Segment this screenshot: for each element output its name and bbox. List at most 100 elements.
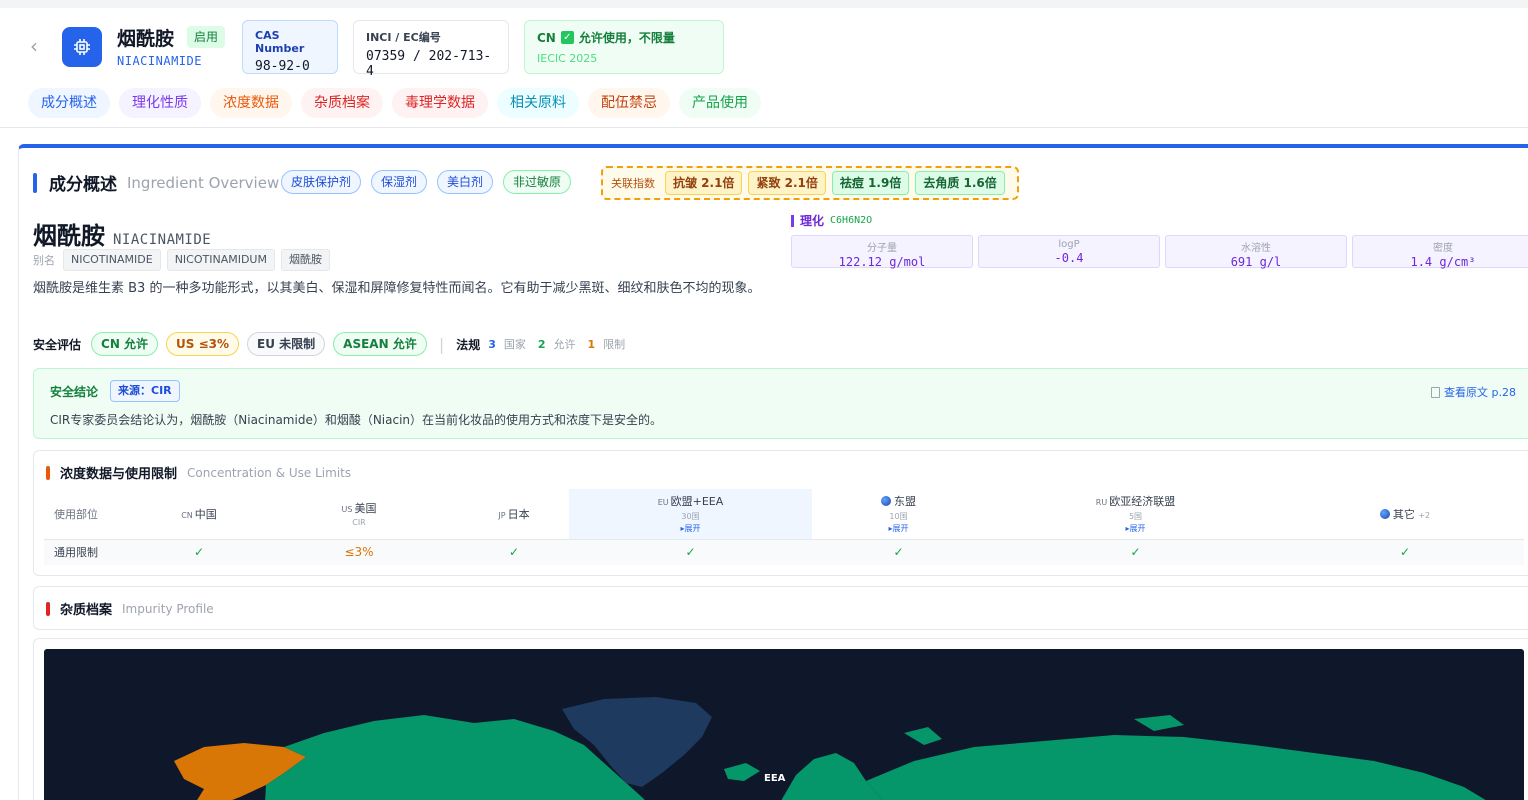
conclusion-title: 安全结论 (50, 385, 99, 399)
cn-status-card[interactable]: CN ✓ 允许使用，不限量 IECIC 2025 (524, 20, 724, 74)
check-icon: ✓ (560, 31, 574, 44)
document-icon (1431, 386, 1441, 398)
tab-5[interactable]: 毒理学数据 (392, 88, 488, 118)
allowed-count: 2 (537, 337, 546, 351)
tab-7[interactable]: 配伍禁忌 (588, 88, 670, 118)
function-pill[interactable]: 保湿剂 (371, 170, 428, 194)
physchem-value: 122.12 g/mol (838, 255, 926, 269)
function-pill[interactable]: 皮肤保护剂 (281, 170, 362, 194)
expand-link[interactable]: ▸展开 (985, 523, 1286, 534)
tab-6[interactable]: 相关原料 (497, 88, 579, 118)
cas-card[interactable]: CAS Number 98-92-0 (242, 20, 338, 74)
column-header-eu[interactable]: EU 欧盟+EEA 30国 ▸展开 (569, 489, 812, 539)
cn-code: CN (537, 30, 556, 45)
alias-chip: 烟酰胺 (280, 249, 330, 271)
tab-4[interactable]: 杂质档案 (301, 88, 383, 118)
related-index-label: 关联指数 (611, 177, 655, 190)
alias-chip: NICOTINAMIDE (63, 249, 161, 271)
allowed-text: 允许 (553, 338, 576, 351)
physchem-cell: 分子量 122.12 g/mol (791, 235, 973, 269)
cas-value: 98-92-0 (255, 59, 310, 74)
section-heading: 成分概述 Ingredient Overview (33, 170, 279, 195)
ingredient-header: ‹ 烟酰胺 启用 NIACINAMIDE CAS Number 98-92-0 … (0, 8, 1528, 128)
safety-chip-asean[interactable]: ASEAN 允许 (333, 332, 427, 356)
column-header-jp: JP 日本 (498, 507, 530, 521)
related-chip[interactable]: 紧致 2.1倍 (748, 171, 826, 195)
column-header-asean[interactable]: 东盟 10国 ▸展开 (812, 489, 985, 539)
table-row: 通用限制 ✓ ≤3% ✓ ✓ ✓ ✓ ✓ (44, 538, 1524, 565)
world-map[interactable]: EEA (44, 649, 1524, 800)
map-region-arctic-islands (904, 727, 942, 745)
impurity-section: 杂质档案 Impurity Profile (33, 586, 1528, 630)
safety-row: 安全评估 CN 允许 US ≤3% EU 未限制 ASEAN 允许 | 法规 3… (33, 332, 629, 356)
concentration-accent-bar (46, 465, 50, 480)
safety-chip-eu[interactable]: EU 未限制 (247, 332, 326, 356)
limit-cell: ✓ (459, 538, 569, 565)
column-header-us: US 美国 CIR (341, 502, 377, 528)
tab-1[interactable]: 成分概述 (28, 88, 110, 118)
concentration-subtitle: Concentration & Use Limits (187, 465, 352, 480)
related-chip[interactable]: 祛痘 1.9倍 (831, 171, 910, 195)
physchem-value: 1.4 g/cm³ (1410, 255, 1476, 269)
column-header-eaeu[interactable]: RU 欧亚经济联盟 5国 ▸展开 (985, 489, 1286, 539)
impurity-accent-bar (46, 601, 50, 616)
regulations-label: 法规 (456, 337, 481, 352)
globe-icon (1379, 508, 1390, 519)
concentration-section: 浓度数据与使用限制 Concentration & Use Limits 使用部… (33, 450, 1528, 576)
section-subtitle: Ingredient Overview (127, 173, 280, 192)
related-index-box: 关联指数 抗皱 2.1倍 紧致 2.1倍 祛痘 1.9倍 去角质 1.6倍 (601, 166, 1019, 200)
back-chevron-icon[interactable]: ‹ (30, 36, 44, 56)
function-pills: 皮肤保护剂 保湿剂 美白剂 非过敏原 (281, 170, 572, 194)
conclusion-source: 来源：CIR (110, 380, 180, 402)
top-strip (0, 0, 1528, 8)
physchem-key: 水溶性 (1241, 243, 1271, 254)
column-header-other[interactable]: 其它 +2 (1286, 489, 1524, 539)
cn-source: IECIC 2025 (537, 52, 598, 65)
limit-cell: ✓ (985, 538, 1286, 565)
inci-card[interactable]: INCI / EC编号 07359 / 202-713-4 (353, 20, 509, 79)
related-chip[interactable]: 抗皱 2.1倍 (665, 171, 743, 195)
physchem-cell: 水溶性 691 g/l (1165, 235, 1347, 269)
countries-text: 国家 (503, 338, 526, 351)
physchem-accent-bar (791, 214, 794, 227)
ingredient-description: 烟酰胺是维生素 B3 的一种多功能形式，以其美白、保湿和屏障修复特性而闻名。它有… (33, 281, 761, 296)
allergen-pill[interactable]: 非过敏原 (503, 170, 572, 194)
related-chip[interactable]: 去角质 1.6倍 (915, 171, 1005, 195)
limit-cell: ✓ (812, 538, 985, 565)
ingredient-title-en: NIACINAMIDE (117, 54, 202, 68)
map-region-iceland (724, 763, 760, 781)
expand-link[interactable]: ▸展开 (812, 523, 985, 534)
expand-link[interactable]: ▸展开 (569, 523, 812, 534)
tab-8[interactable]: 产品使用 (679, 88, 761, 118)
safety-chip-us[interactable]: US ≤3% (166, 332, 240, 356)
globe-icon (881, 496, 891, 507)
row-label: 通用限制 (44, 538, 139, 565)
restricted-text: 限制 (603, 338, 626, 351)
physchem-value: -0.4 (1054, 251, 1084, 265)
physchem-value: 691 g/l (1230, 255, 1282, 269)
safety-chip-cn[interactable]: CN 允许 (91, 332, 159, 356)
view-original-link[interactable]: 查看原文 p.28 (1431, 384, 1516, 400)
physchem-key: 分子量 (867, 243, 897, 254)
physchem-cell: 密度 1.4 g/cm³ (1352, 235, 1528, 269)
concentration-table: 使用部位 CN 中国 US 美国 CIR JP 日本 EU 欧盟+EEA 30国 ▸展开 (44, 489, 1524, 565)
inci-label: INCI / EC编号 (366, 31, 441, 44)
safety-label: 安全评估 (33, 337, 82, 352)
tab-2[interactable]: 理化性质 (119, 88, 201, 118)
function-pill[interactable]: 美白剂 (437, 170, 494, 194)
concentration-title: 浓度数据与使用限制 (60, 467, 178, 482)
alias-chip: NICOTINAMIDUM (166, 249, 275, 271)
physchem-key: 密度 (1433, 243, 1453, 254)
impurity-subtitle: Impurity Profile (122, 601, 214, 616)
chemical-formula: C6H6N2O (830, 215, 873, 226)
ingredient-title: 烟酰胺 (117, 28, 175, 50)
section-title: 成分概述 (49, 175, 117, 195)
divider: | (438, 334, 445, 354)
restricted-count: 1 (587, 337, 596, 351)
safety-conclusion: 安全结论 来源：CIR CIR专家委员会结论认为，烟酰胺（Niacinamide… (33, 368, 1528, 439)
map-region-europe (781, 753, 883, 800)
physchem-title: 理化 (800, 214, 825, 228)
limit-cell: ✓ (569, 538, 812, 565)
tab-3[interactable]: 浓度数据 (210, 88, 292, 118)
cn-status: 允许使用，不限量 (578, 31, 675, 45)
